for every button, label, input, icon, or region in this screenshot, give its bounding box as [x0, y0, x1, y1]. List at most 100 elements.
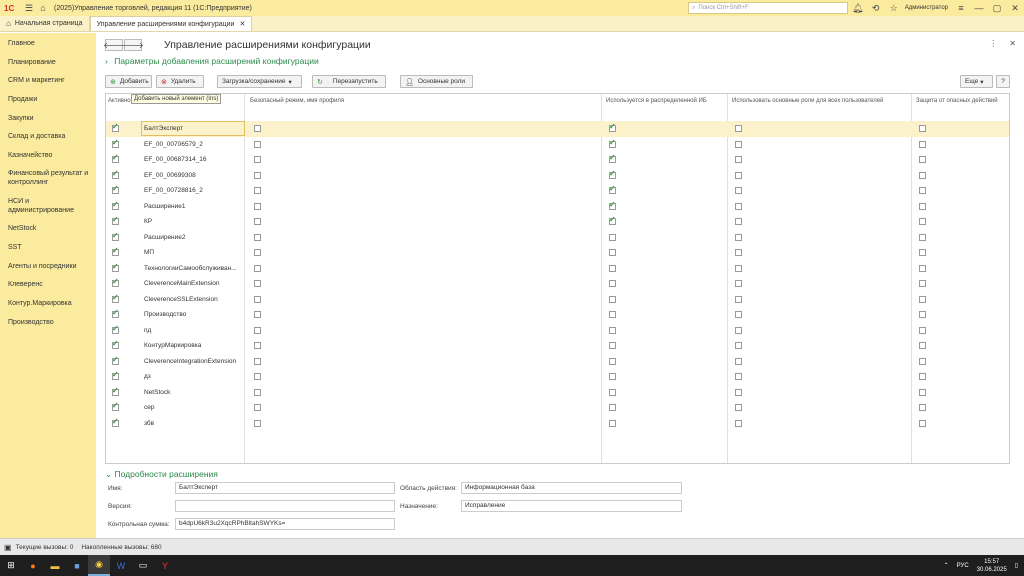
safe-mode-checkbox[interactable]	[254, 404, 261, 411]
table-row[interactable]: сер	[106, 400, 1009, 416]
table-row[interactable]: EF_00_00699308	[106, 168, 1009, 184]
safe-mode-checkbox[interactable]	[254, 140, 261, 148]
main-roles-checkbox[interactable]	[735, 419, 742, 427]
params-section-link[interactable]: › Параметры добавления расширений конфиг…	[105, 56, 319, 66]
user-name[interactable]: Администратор	[905, 5, 948, 11]
table-row[interactable]: Расширение1	[106, 199, 1009, 215]
clock[interactable]: 15:57 30.06.2025	[977, 558, 1007, 574]
protection-checkbox[interactable]	[919, 202, 926, 210]
main-roles-checkbox[interactable]	[735, 264, 742, 272]
distributed-checkbox[interactable]	[609, 419, 616, 427]
protection-checkbox[interactable]	[919, 171, 926, 179]
safe-mode-checkbox[interactable]	[254, 280, 261, 287]
safe-mode-checkbox[interactable]	[254, 373, 261, 380]
distributed-checkbox[interactable]	[609, 388, 616, 396]
active-checkbox[interactable]	[112, 417, 119, 427]
protection-checkbox[interactable]	[919, 295, 926, 303]
table-row[interactable]: Расширение2	[106, 230, 1009, 246]
active-checkbox[interactable]	[112, 355, 119, 365]
sidebar-item-warehouse[interactable]: Склад и доставка	[8, 132, 94, 141]
help-button[interactable]: ?	[996, 75, 1010, 88]
star-icon[interactable]: ☆	[887, 1, 901, 15]
version-field[interactable]	[175, 500, 395, 512]
table-row[interactable]: CleverenceMainExtension	[106, 276, 1009, 292]
distributed-checkbox[interactable]	[609, 200, 616, 210]
table-row[interactable]: БалтЭксперт	[106, 121, 1009, 137]
protection-checkbox[interactable]	[919, 233, 926, 241]
active-checkbox[interactable]	[112, 122, 119, 132]
table-row[interactable]: Производство	[106, 307, 1009, 323]
tab-home[interactable]: ⌂ Начальная страница	[0, 16, 90, 31]
sidebar-item-cleverence[interactable]: Клеверенс	[8, 280, 94, 289]
table-row[interactable]: пд	[106, 323, 1009, 339]
active-checkbox[interactable]	[112, 215, 119, 225]
main-roles-checkbox[interactable]	[735, 249, 742, 256]
restart-button[interactable]: ↻ Перезапустить	[312, 75, 386, 88]
col-protection[interactable]: Защита от опасных действий	[916, 98, 998, 104]
close-icon[interactable]: ✕	[1008, 1, 1022, 15]
checksum-field[interactable]: b4dpU6kR3u2XqcRPhBltahSWYKs=	[175, 518, 395, 530]
forward-button[interactable]: 🡒	[122, 39, 144, 51]
active-checkbox[interactable]	[112, 339, 119, 349]
table-row[interactable]: КР	[106, 214, 1009, 230]
distributed-checkbox[interactable]	[609, 311, 616, 318]
safe-mode-checkbox[interactable]	[254, 156, 261, 163]
table-row[interactable]: МП	[106, 245, 1009, 261]
main-roles-checkbox[interactable]	[735, 388, 742, 396]
main-roles-checkbox[interactable]	[735, 373, 742, 380]
main-roles-checkbox[interactable]	[735, 171, 742, 179]
active-checkbox[interactable]	[112, 401, 119, 411]
main-roles-checkbox[interactable]	[735, 140, 742, 148]
active-checkbox[interactable]	[112, 153, 119, 163]
distributed-checkbox[interactable]	[609, 184, 616, 194]
main-roles-checkbox[interactable]	[735, 125, 742, 132]
firefox-icon[interactable]: ●	[22, 555, 44, 576]
table-row[interactable]: КонтурМаркировка	[106, 338, 1009, 354]
sidebar-item-treasury[interactable]: Казначейство	[8, 151, 94, 160]
active-checkbox[interactable]	[112, 262, 119, 272]
table-row[interactable]: CleverenceIntegrationExtension	[106, 354, 1009, 370]
col-main-roles[interactable]: Использовать основные роли для всех поль…	[732, 98, 884, 104]
table-row[interactable]: EF_00_00728816_2	[106, 183, 1009, 199]
active-checkbox[interactable]	[112, 293, 119, 303]
main-roles-checkbox[interactable]	[735, 326, 742, 334]
safe-mode-checkbox[interactable]	[254, 264, 261, 272]
settings-icon[interactable]: ≡	[954, 1, 968, 15]
purpose-field[interactable]: Исправление	[461, 500, 682, 512]
safe-mode-checkbox[interactable]	[254, 171, 261, 179]
distributed-checkbox[interactable]	[609, 404, 616, 411]
history-icon[interactable]: ⟲	[869, 1, 883, 15]
sidebar-item-agents[interactable]: Агенты и посредники	[8, 262, 94, 271]
more-icon[interactable]: ⋮	[989, 39, 997, 48]
terminal-icon[interactable]: ▭	[132, 555, 154, 576]
distributed-checkbox[interactable]	[609, 342, 616, 349]
active-checkbox[interactable]	[112, 308, 119, 318]
active-checkbox[interactable]	[112, 169, 119, 179]
distributed-checkbox[interactable]	[609, 215, 616, 225]
sidebar-item-nsi[interactable]: НСИ и администрирование	[8, 197, 94, 215]
active-checkbox[interactable]	[112, 200, 119, 210]
protection-checkbox[interactable]	[919, 419, 926, 427]
protection-checkbox[interactable]	[919, 125, 926, 132]
distributed-checkbox[interactable]	[609, 249, 616, 256]
back-button[interactable]: 🡐	[103, 39, 125, 51]
notifications-icon[interactable]: ▯	[1015, 562, 1018, 569]
safe-mode-checkbox[interactable]	[254, 357, 261, 365]
safe-mode-checkbox[interactable]	[254, 311, 261, 318]
distributed-checkbox[interactable]	[609, 373, 616, 380]
table-row[interactable]: збв	[106, 416, 1009, 432]
minimize-icon[interactable]: —	[972, 1, 986, 15]
distributed-checkbox[interactable]	[609, 233, 616, 241]
col-active[interactable]: Активно	[108, 98, 131, 104]
distributed-checkbox[interactable]	[609, 357, 616, 365]
sidebar-item-netstock[interactable]: NetStock	[8, 224, 94, 233]
protection-checkbox[interactable]	[919, 249, 926, 256]
main-roles-checkbox[interactable]	[735, 357, 742, 365]
load-save-button[interactable]: Загрузка/сохранение ▾	[217, 75, 302, 88]
tab-extensions[interactable]: Управление расширениями конфигурации ✕	[89, 16, 253, 31]
safe-mode-checkbox[interactable]	[254, 218, 261, 225]
sidebar-item-sales[interactable]: Продажи	[8, 95, 94, 104]
table-row[interactable]: EF_00_00687314_16	[106, 152, 1009, 168]
distributed-checkbox[interactable]	[609, 138, 616, 148]
distributed-checkbox[interactable]	[609, 326, 616, 334]
